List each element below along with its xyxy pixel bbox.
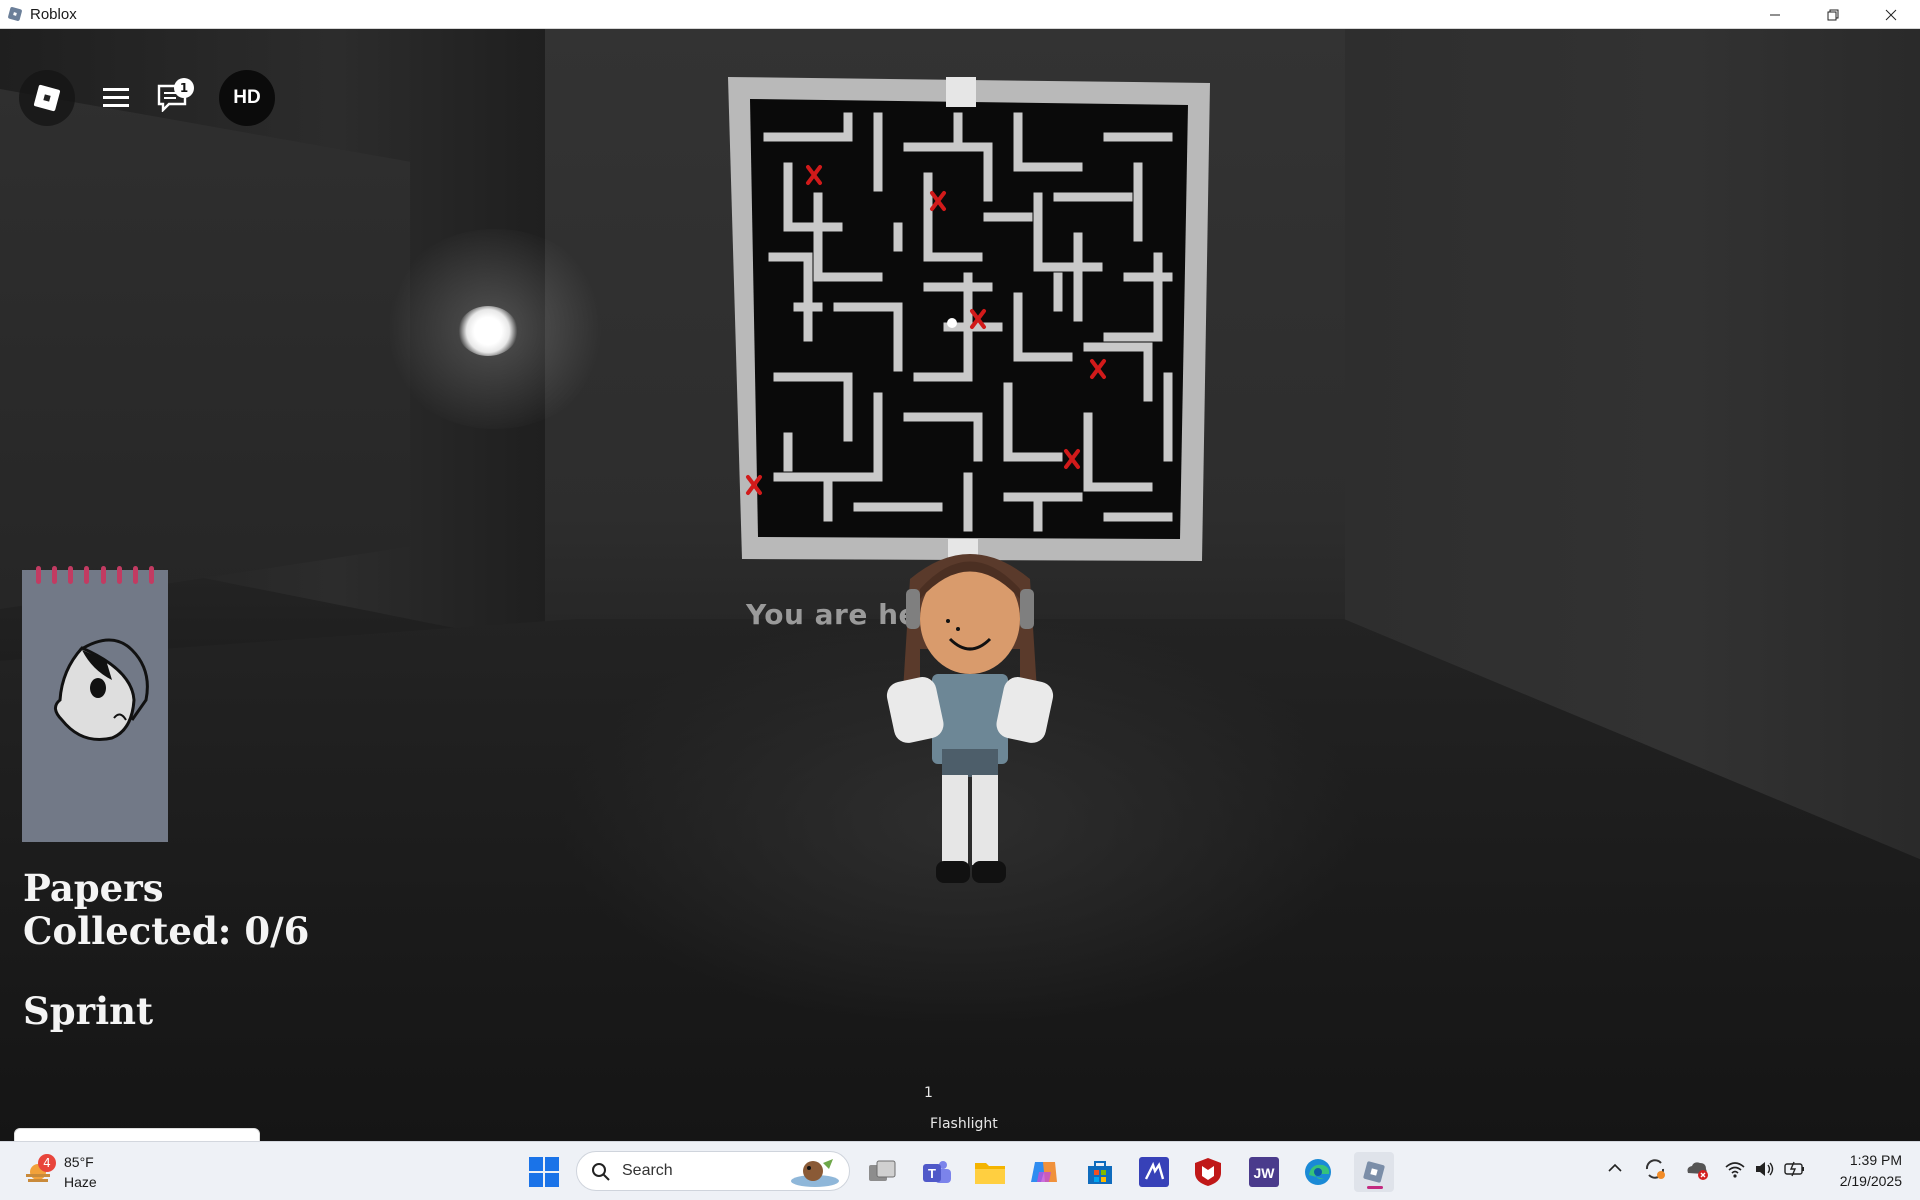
mcafee-icon [1195, 1158, 1221, 1186]
chat-button[interactable] [144, 70, 200, 126]
sync-icon[interactable] [1643, 1157, 1667, 1181]
sprint-stamina-fill [15, 1129, 259, 1141]
onedrive-error-icon[interactable] [1684, 1157, 1710, 1181]
copilot-button[interactable] [1024, 1152, 1064, 1192]
avatar-button[interactable]: HD [219, 70, 275, 126]
paper-notepad [22, 566, 168, 842]
clock-date: 2/19/2025 [1839, 1173, 1902, 1189]
svg-text:T: T [928, 1166, 936, 1181]
file-explorer-button[interactable] [970, 1152, 1010, 1192]
papers-count: Collected: 0/6 [23, 909, 310, 953]
search-icon [592, 1163, 610, 1181]
roblox-icon [1363, 1161, 1385, 1183]
roblox-taskbar-button[interactable] [1354, 1152, 1394, 1192]
app-button-1[interactable] [1134, 1152, 1174, 1192]
close-icon [1885, 9, 1897, 20]
papers-collected-counter: Papers Collected: 0/6 [23, 867, 309, 953]
left-wall-panel [0, 89, 410, 609]
monster-drawing-icon [54, 638, 149, 741]
clock-time: 1:39 PM [1849, 1152, 1902, 1168]
windows-taskbar: 4 85°F Haze Search T JW 1:39 PM 2/19/202… [0, 1141, 1920, 1200]
roblox-menu-button[interactable] [19, 70, 75, 126]
hotbar-flashlight-slot[interactable]: Flashlight [930, 1116, 998, 1132]
mcafee-button[interactable] [1188, 1152, 1228, 1192]
wifi-icon[interactable] [1724, 1159, 1746, 1179]
hamburger-menu-button[interactable] [88, 70, 144, 126]
weather-condition: Haze [64, 1174, 97, 1190]
chat-notification-badge: 1 [174, 78, 194, 98]
hotbar-slot-number: 1 [924, 1085, 933, 1101]
search-highlight-icon [791, 1159, 839, 1187]
search-placeholder: Search [622, 1162, 673, 1179]
weather-widget[interactable]: 4 85°F Haze [20, 1150, 110, 1194]
start-button[interactable] [524, 1152, 564, 1192]
hamburger-icon [103, 88, 129, 107]
wall-lamp [458, 306, 518, 356]
player-location-marker [947, 318, 957, 328]
papers-label: Papers [23, 866, 164, 910]
sprint-stamina-bar [14, 1128, 260, 1141]
copilot-icon [1031, 1162, 1057, 1182]
weather-alert-badge: 4 [38, 1154, 56, 1172]
windows-start-icon [529, 1157, 559, 1187]
window-title: Roblox [30, 5, 77, 23]
microsoft-store-icon [1088, 1161, 1112, 1184]
system-clock[interactable]: 1:39 PM 2/19/2025 [1840, 1150, 1902, 1192]
task-view-icon [869, 1160, 896, 1181]
svg-text:JW: JW [1254, 1165, 1276, 1181]
close-button[interactable] [1862, 0, 1920, 29]
teams-icon: T [923, 1161, 951, 1183]
tray-overflow-chevron-icon[interactable] [1607, 1160, 1623, 1176]
weather-temperature: 85°F [64, 1154, 94, 1170]
player-character [886, 554, 1054, 883]
active-app-indicator [1367, 1186, 1383, 1189]
battery-charging-icon[interactable] [1784, 1159, 1806, 1179]
window-controls [1746, 0, 1920, 29]
edge-button[interactable] [1298, 1152, 1338, 1192]
roblox-app-icon [6, 5, 24, 23]
task-view-button[interactable] [862, 1152, 902, 1192]
minimize-button[interactable] [1746, 0, 1804, 29]
jw-app-icon-1 [1139, 1157, 1169, 1187]
sprint-label: Sprint [23, 989, 154, 1033]
edge-icon [1305, 1159, 1331, 1185]
window-title-bar: Roblox [0, 0, 1920, 29]
jw-app-icon-2: JW [1249, 1157, 1279, 1187]
maze-map [728, 77, 1210, 561]
jw-library-button[interactable]: JW [1244, 1152, 1284, 1192]
roblox-logo-icon [33, 84, 61, 112]
taskbar-search[interactable]: Search [576, 1151, 850, 1191]
teams-button[interactable]: T [916, 1152, 956, 1192]
volume-icon[interactable] [1754, 1159, 1776, 1179]
restore-icon [1827, 9, 1839, 20]
restore-button[interactable] [1804, 0, 1862, 29]
minimize-icon [1770, 14, 1780, 15]
microsoft-store-button[interactable] [1080, 1152, 1120, 1192]
file-explorer-icon [975, 1163, 1005, 1184]
game-viewport[interactable]: You are her 1 HD Papers Collected: 0/6 S… [0, 29, 1920, 1141]
